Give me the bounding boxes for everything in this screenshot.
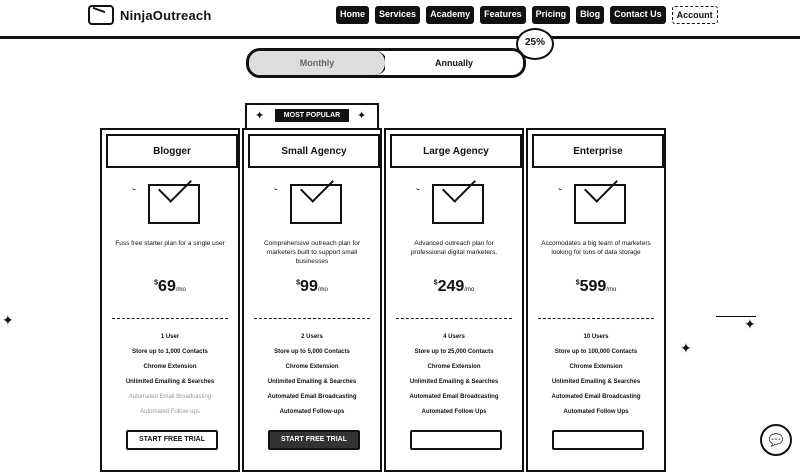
start-trial-button[interactable]: START FREE TRIAL	[268, 430, 360, 450]
most-popular-label: MOST POPULAR	[275, 109, 349, 122]
plan-card-blogger: Blogger Fuss free starter plan for a sin…	[100, 128, 240, 472]
ninja-envelope-icon	[274, 182, 342, 226]
feature-item: Store up to 100,000 Contacts	[554, 349, 638, 355]
plan-title: Large Agency	[390, 134, 522, 168]
feature-item: Store up to 5,000 Contacts	[274, 349, 350, 355]
ninja-envelope-icon	[558, 182, 626, 226]
plan-description: Fuss free starter plan for a single user	[115, 240, 225, 247]
feature-item: Unlimited Emailing & Searches	[267, 379, 357, 385]
plan-title: Enterprise	[532, 134, 664, 168]
plan-card-large-agency: Large Agency Advanced outreach plan for …	[384, 128, 524, 472]
nav-blog[interactable]: Blog	[576, 6, 605, 24]
feature-item: 2 Users	[301, 334, 323, 340]
divider	[396, 318, 512, 319]
feature-item: Automated Follow-ups	[279, 409, 345, 415]
nav-pricing[interactable]: Pricing	[531, 6, 571, 24]
main-menu: Home Services Academy Features Pricing B…	[336, 6, 718, 24]
top-nav: NinjaOutreach Home Services Academy Feat…	[0, 0, 800, 39]
star-icon: ✦	[357, 110, 367, 122]
select-plan-button[interactable]	[552, 430, 644, 450]
ninja-envelope-icon	[132, 182, 200, 226]
feature-item: Automated Email Broadcasting	[128, 394, 212, 400]
plan-description: Advanced outreach plan for professional …	[410, 240, 498, 256]
feature-item: Chrome Extension	[569, 364, 623, 370]
feature-list: 10 Users Store up to 100,000 Contacts Ch…	[528, 330, 664, 420]
feature-item: 10 Users	[583, 334, 609, 340]
feature-list: 2 Users Store up to 5,000 Contacts Chrom…	[244, 330, 380, 420]
plan-description: Accomodates a big team of marketers look…	[541, 240, 651, 256]
ninja-logo-icon	[88, 5, 114, 25]
nav-features[interactable]: Features	[480, 6, 526, 24]
sparkle-icon: ✦	[680, 340, 692, 356]
plan-description: Comprehensive outreach plan for marketer…	[263, 240, 361, 265]
feature-item: Automated Follow Ups	[421, 409, 487, 415]
plan-price: $249/mo	[433, 278, 475, 295]
feature-item: Unlimited Emailing & Searches	[551, 379, 641, 385]
feature-item: Automated Email Broadcasting	[267, 394, 357, 400]
feature-list: 4 Users Store up to 25,000 Contacts Chro…	[386, 330, 522, 420]
nav-academy[interactable]: Academy	[426, 6, 475, 24]
feature-item: Automated Email Broadcasting	[409, 394, 499, 400]
feature-item: Automated Email Broadcasting	[551, 394, 641, 400]
feature-item: Store up to 25,000 Contacts	[414, 349, 494, 355]
plan-card-enterprise: Enterprise Accomodates a big team of mar…	[526, 128, 666, 472]
motion-streak	[716, 316, 756, 317]
divider	[254, 318, 370, 319]
select-plan-button[interactable]	[410, 430, 502, 450]
feature-item: Chrome Extension	[427, 364, 481, 370]
chat-icon[interactable]: 💬	[760, 424, 792, 456]
feature-item: Automated Follow Ups	[563, 409, 629, 415]
plan-title: Blogger	[106, 134, 238, 168]
feature-item: Store up to 1,000 Contacts	[132, 349, 208, 355]
feature-item: Chrome Extension	[285, 364, 339, 370]
star-icon: ✦	[255, 110, 265, 122]
toggle-monthly[interactable]: Monthly	[249, 51, 387, 75]
billing-toggle[interactable]: Monthly Annually	[246, 48, 526, 78]
plan-price: $69/mo	[154, 278, 186, 295]
nav-home[interactable]: Home	[336, 6, 370, 24]
most-popular-ribbon: ✦ MOST POPULAR ✦	[245, 103, 379, 131]
sparkle-icon: ✦	[744, 316, 756, 332]
divider	[112, 318, 228, 319]
brand-name: NinjaOutreach	[120, 7, 212, 23]
brand-logo[interactable]: NinjaOutreach	[88, 5, 211, 25]
ninja-envelope-icon	[416, 182, 484, 226]
plan-card-small-agency: Small Agency Comprehensive outreach plan…	[242, 128, 382, 472]
feature-item: Automated Follow-ups	[140, 409, 200, 415]
nav-contact-us[interactable]: Contact Us	[610, 6, 666, 24]
feature-item: Unlimited Emailing & Searches	[125, 379, 215, 385]
nav-services[interactable]: Services	[375, 6, 421, 24]
start-trial-button[interactable]: START FREE TRIAL	[126, 430, 218, 450]
plan-title: Small Agency	[248, 134, 380, 168]
divider	[538, 318, 654, 319]
toggle-annually[interactable]: Annually	[385, 51, 523, 75]
plan-price: $99/mo	[296, 278, 328, 295]
feature-item: 1 User	[160, 334, 180, 340]
plan-price: $599/mo	[575, 278, 617, 295]
nav-account[interactable]: Account	[671, 6, 718, 24]
feature-list: 1 User Store up to 1,000 Contacts Chrome…	[102, 330, 238, 420]
sparkle-icon: ✦	[2, 312, 14, 328]
feature-item: Unlimited Emailing & Searches	[409, 379, 499, 385]
feature-item: 4 Users	[443, 334, 465, 340]
feature-item: Chrome Extension	[143, 364, 197, 370]
